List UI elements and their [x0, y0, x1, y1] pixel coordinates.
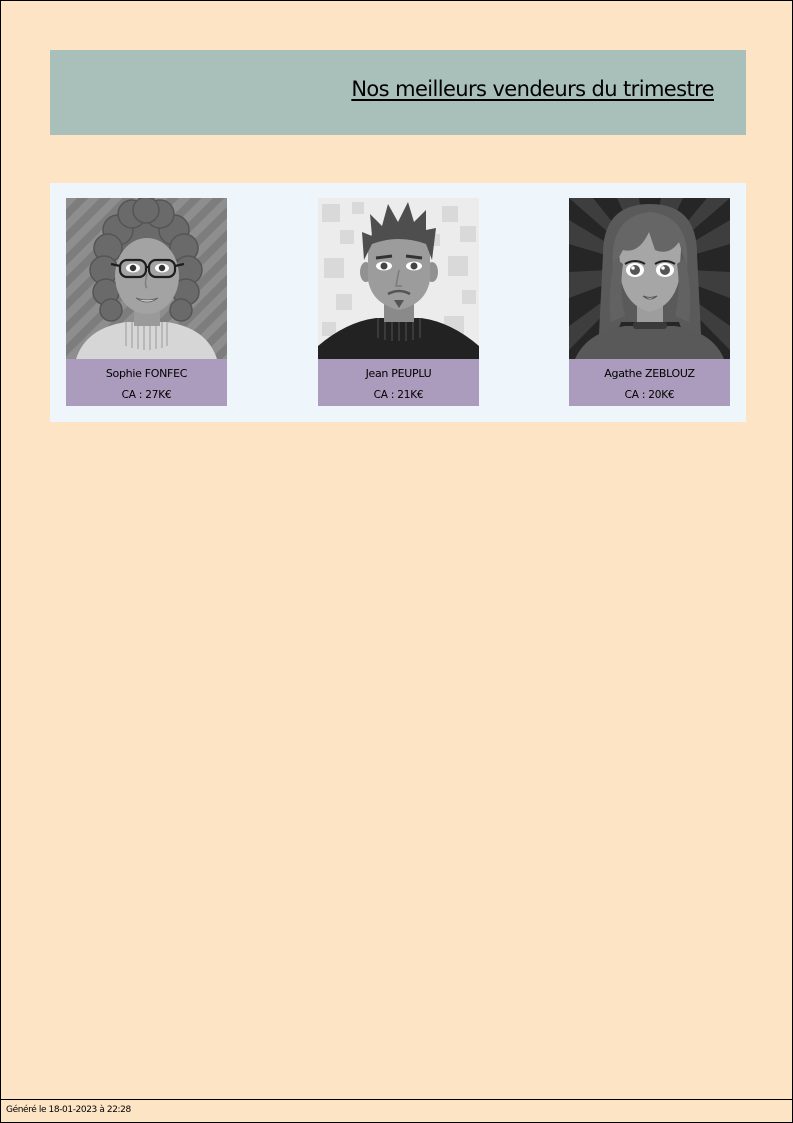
page-title: Nos meilleurs vendeurs du trimestre [351, 77, 714, 101]
page: Nos meilleurs vendeurs du trimestre Soph… [0, 0, 793, 1123]
seller-name: Jean PEUPLU [365, 367, 432, 380]
seller-revenue: CA : 21K€ [373, 389, 424, 401]
generated-timestamp: Généré le 18-01-2023 à 22:28 [6, 1105, 131, 1115]
woman-curly-hair-glasses-avatar [66, 198, 227, 359]
seller-card: Jean PEUPLU CA : 21K€ [318, 198, 479, 406]
seller-card: Agathe ZEBLOUZ CA : 20K€ [569, 198, 730, 406]
top-sellers-panel: Sophie FONFEC CA : 27K€ Jean PEUPLU CA:… [50, 183, 746, 422]
seller-caption: Agathe ZEBLOUZ CA : 20K€ [569, 359, 730, 406]
seller-revenue: CA : 20K€ [624, 389, 675, 401]
footer-divider [1, 1099, 792, 1100]
seller-revenue: CA : 27K€ [121, 389, 172, 401]
woman-long-hair-anime-avatar [569, 198, 730, 359]
seller-card: Sophie FONFEC CA : 27K€ [66, 198, 227, 406]
header-banner: Nos meilleurs vendeurs du trimestre [50, 50, 746, 135]
man-spiky-hair-goatee-avatar [318, 198, 479, 359]
seller-caption: Sophie FONFEC CA : 27K€ [66, 359, 227, 406]
seller-caption: Jean PEUPLU CA : 21K€ [318, 359, 479, 406]
seller-name: Sophie FONFEC [105, 367, 188, 380]
seller-name: Agathe ZEBLOUZ [604, 367, 695, 380]
